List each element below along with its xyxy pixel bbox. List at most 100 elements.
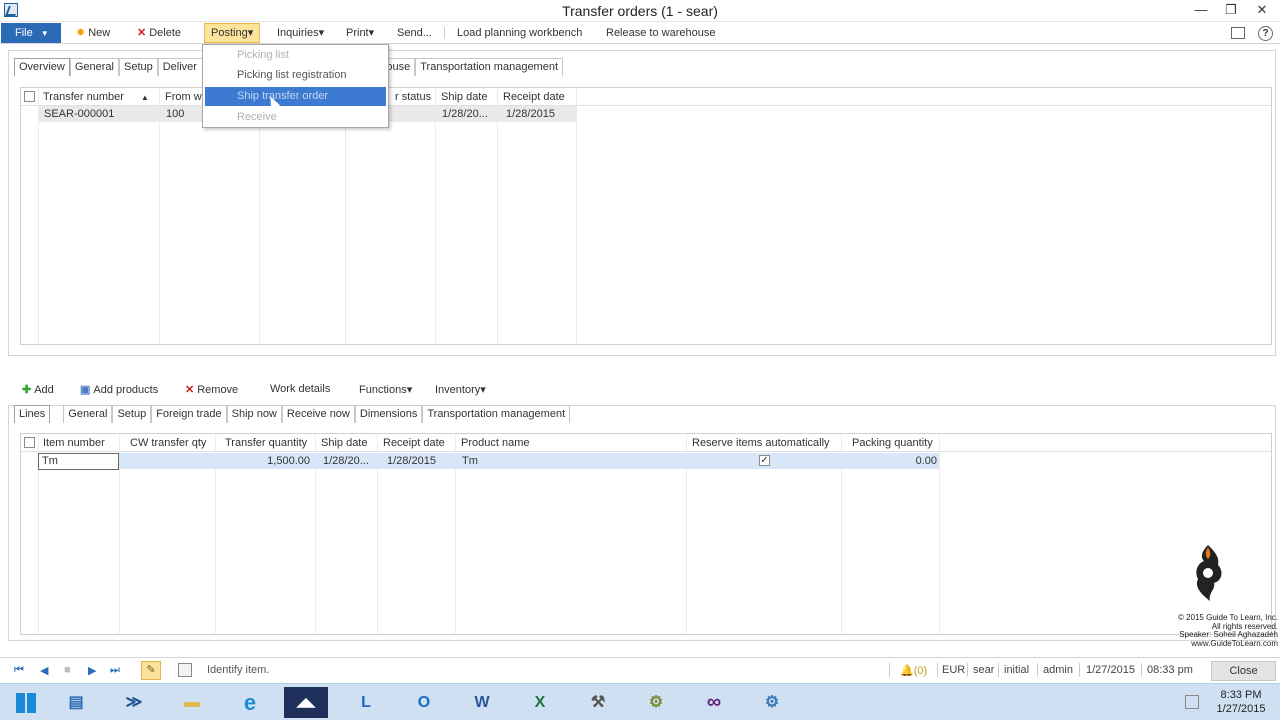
taskbar-internet-explorer-icon[interactable]: e <box>228 687 272 718</box>
inventory-menu-button[interactable]: Inventory▾ <box>435 383 486 396</box>
previous-record-icon[interactable]: ◀ <box>40 664 48 677</box>
tab-dimensions[interactable]: Dimensions <box>354 405 423 423</box>
tab-foreign-trade[interactable]: Foreign trade <box>151 405 227 423</box>
remove-line-button[interactable]: ✕ Remove <box>185 383 238 396</box>
stop-icon[interactable]: ■ <box>64 664 71 676</box>
add-line-button[interactable]: ✚ Add <box>22 383 54 396</box>
guide-to-learn-logo <box>1196 545 1222 601</box>
tab-lines-setup[interactable]: Setup <box>112 405 152 423</box>
tab-lines-transportation-management[interactable]: Transportation management <box>422 405 571 423</box>
transfer-number-cell[interactable]: SEAR-000001 <box>44 108 114 120</box>
column-header-cw-transfer-qty[interactable]: CW transfer qty <box>130 437 206 449</box>
taskbar-file-explorer-icon[interactable]: ▤ <box>54 687 98 718</box>
table-row[interactable]: 1,500.00 1/28/20... 1/28/2015 Tm ✓ 0.00 <box>39 453 939 469</box>
menu-item-ship-transfer-order[interactable]: Ship transfer order <box>205 87 386 106</box>
receipt-date-cell[interactable]: 1/28/2015 <box>506 108 555 120</box>
column-header-ship-date[interactable]: Ship date <box>441 91 487 103</box>
taskbar-tools-icon[interactable]: ⚒ <box>576 687 620 718</box>
menu-item-receive[interactable]: Receive <box>205 108 386 127</box>
column-header-reserve-items-automatically[interactable]: Reserve items automatically <box>692 437 830 449</box>
tab-lines-general[interactable]: General <box>63 405 113 423</box>
add-products-label: Add products <box>93 384 159 396</box>
company-indicator[interactable]: sear <box>973 664 994 676</box>
add-products-button[interactable]: ▣ Add products <box>80 383 158 396</box>
ship-date-cell[interactable]: 1/28/20... <box>323 455 369 467</box>
taskbar-network-icon[interactable]: ⚙ <box>634 687 678 718</box>
start-button[interactable] <box>4 687 48 718</box>
column-header-receipt-date[interactable]: Receipt date <box>503 91 565 103</box>
column-header-ship-date[interactable]: Ship date <box>321 437 367 449</box>
last-record-icon[interactable]: ⏭ <box>110 664 120 677</box>
taskbar-search-app-icon[interactable]: ⚙ <box>750 687 794 718</box>
from-warehouse-cell[interactable]: 100 <box>166 108 184 120</box>
restore-button[interactable]: ❐ <box>1216 0 1246 20</box>
tab-receive-now[interactable]: Receive now <box>281 405 355 423</box>
close-window-button[interactable]: ✕ <box>1246 0 1278 20</box>
session-date[interactable]: 1/27/2015 <box>1086 664 1135 676</box>
select-all-checkbox[interactable] <box>24 91 35 102</box>
load-planning-workbench-button[interactable]: Load planning workbench <box>457 26 582 42</box>
column-header-item-number[interactable]: Item number <box>43 437 105 449</box>
posting-dropdown-menu: Picking list Picking list registration S… <box>202 44 389 128</box>
menu-item-picking-list-registration[interactable]: Picking list registration <box>205 66 386 85</box>
release-to-warehouse-button[interactable]: Release to warehouse <box>606 26 715 42</box>
reserve-items-checkbox[interactable]: ✓ <box>759 455 770 466</box>
column-header-packing-quantity[interactable]: Packing quantity <box>852 437 933 449</box>
column-header-status[interactable]: r status <box>395 91 431 103</box>
next-record-icon[interactable]: ▶ <box>88 664 96 677</box>
inquiries-menu-button[interactable]: Inquiries▾ <box>277 26 324 42</box>
document-handling-icon[interactable] <box>178 663 192 677</box>
taskbar-dynamics-ax-icon[interactable]: ◢◣ <box>284 687 328 718</box>
notifications-indicator[interactable]: 🔔(0) <box>900 664 927 677</box>
item-number-input[interactable]: Tm <box>38 453 119 470</box>
sort-ascending-icon[interactable]: ▲ <box>141 93 149 102</box>
work-details-button[interactable]: Work details <box>270 383 330 395</box>
currency-indicator[interactable]: EUR <box>942 664 965 676</box>
select-all-lines-checkbox[interactable] <box>24 437 35 448</box>
send-button[interactable]: Send... <box>397 26 432 42</box>
taskbar-folders-icon[interactable]: ▬ <box>170 687 214 718</box>
minimize-button[interactable]: — <box>1186 0 1216 20</box>
print-menu-button[interactable]: Print▾ <box>346 26 374 42</box>
action-center-icon[interactable] <box>1185 695 1199 709</box>
tab-transportation-management[interactable]: Transportation management <box>415 58 564 76</box>
divider <box>889 663 890 677</box>
lines-toolbar: ✚ Add ▣ Add products ✕ Remove Work details … <box>20 381 620 399</box>
transfer-lines-grid: Item number CW transfer qty Transfer qua… <box>20 433 1272 635</box>
column-header-from-warehouse[interactable]: From w <box>165 91 202 103</box>
functions-menu-button[interactable]: Functions▾ <box>359 383 412 396</box>
ship-date-cell[interactable]: 1/28/20... <box>442 108 488 120</box>
help-icon[interactable]: ? <box>1258 26 1273 41</box>
file-menu-button[interactable]: File ▼ <box>1 23 61 43</box>
edit-mode-icon[interactable]: ✎ <box>141 661 161 680</box>
first-record-icon[interactable]: ⏮ <box>14 664 24 677</box>
column-header-transfer-quantity[interactable]: Transfer quantity <box>225 437 307 449</box>
column-divider <box>435 88 436 344</box>
new-button[interactable]: ✸ New <box>76 26 110 42</box>
receipt-date-cell[interactable]: 1/28/2015 <box>387 455 436 467</box>
close-button[interactable]: Close <box>1211 661 1276 681</box>
taskbar-word-icon[interactable]: W <box>460 687 504 718</box>
column-header-transfer-number[interactable]: Transfer number <box>43 91 124 103</box>
taskbar-visual-studio-icon[interactable]: ∞ <box>692 687 736 718</box>
column-header-receipt-date[interactable]: Receipt date <box>383 437 445 449</box>
delete-button[interactable]: ✕ Delete <box>137 26 181 42</box>
taskbar-excel-icon[interactable]: X <box>518 687 562 718</box>
posting-menu-button[interactable]: Posting▾ <box>204 23 261 43</box>
column-header-product-name[interactable]: Product name <box>461 437 529 449</box>
tab-general[interactable]: General <box>69 58 119 76</box>
taskbar-outlook-icon[interactable]: O <box>402 687 446 718</box>
transfer-quantity-cell[interactable]: 1,500.00 <box>267 455 310 467</box>
tab-setup[interactable]: Setup <box>118 58 158 76</box>
menu-item-picking-list[interactable]: Picking list <box>205 46 386 65</box>
product-name-cell[interactable]: Tm <box>462 455 478 467</box>
taskbar-powershell-icon[interactable]: ≫ <box>112 687 156 718</box>
view-toggle-icon[interactable] <box>1231 27 1245 39</box>
tab-lines[interactable]: Lines <box>14 405 51 423</box>
taskbar-lync-icon[interactable]: L <box>344 687 388 718</box>
tab-ship-now[interactable]: Ship now <box>226 405 282 423</box>
tab-overview[interactable]: Overview <box>14 58 70 76</box>
system-clock[interactable]: 8:33 PM 1/27/2015 <box>1210 688 1272 716</box>
packing-quantity-cell[interactable]: 0.00 <box>916 455 937 467</box>
title-bar: Transfer orders (1 - sear) — ❐ ✕ <box>0 0 1280 22</box>
